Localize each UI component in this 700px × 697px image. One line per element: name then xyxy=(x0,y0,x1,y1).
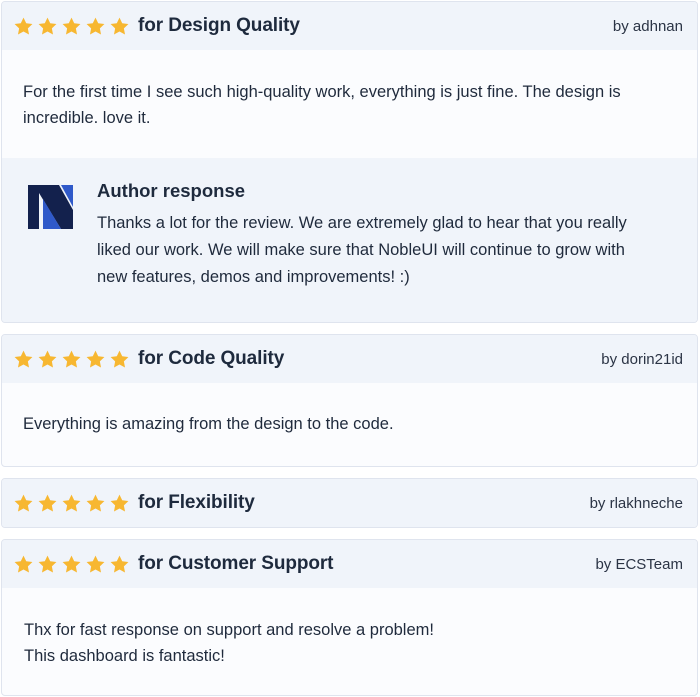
review-title: for Flexibility xyxy=(138,492,255,513)
review-author: by adhnan xyxy=(612,17,683,35)
review-body: Thx for fast response on support and res… xyxy=(2,588,697,669)
star-icon xyxy=(37,493,58,514)
review-header: for Customer Support by ECSTeam xyxy=(2,540,697,588)
star-icon xyxy=(85,554,106,575)
review-card-flexibility: for Flexibility by rlakhneche xyxy=(1,478,698,528)
star-icon xyxy=(109,349,130,370)
star-icon xyxy=(109,554,130,575)
star-icon xyxy=(109,493,130,514)
star-icon xyxy=(85,16,106,37)
review-card-code-quality: for Code Quality by dorin21id Everything… xyxy=(1,334,698,467)
review-author: by dorin21id xyxy=(601,350,683,368)
star-icon xyxy=(61,554,82,575)
star-icon xyxy=(37,554,58,575)
author-response-title: Author response xyxy=(97,180,246,201)
review-header: for Flexibility by rlakhneche xyxy=(2,479,697,527)
star-icon xyxy=(109,16,130,37)
review-text: Everything is amazing from the design to… xyxy=(23,415,394,433)
review-title: for Code Quality xyxy=(138,348,285,369)
star-icon xyxy=(37,16,58,37)
review-card-customer-support: for Customer Support by ECSTeam Thx for … xyxy=(1,539,698,696)
star-icon xyxy=(13,16,34,37)
star-rating xyxy=(13,16,130,37)
review-card-design-quality: for Design Quality by adhnan For the fir… xyxy=(1,1,698,323)
star-icon xyxy=(13,493,34,514)
star-rating xyxy=(13,349,130,370)
star-icon xyxy=(37,349,58,370)
review-body: Everything is amazing from the design to… xyxy=(2,383,697,437)
star-icon xyxy=(85,493,106,514)
review-author: by rlakhneche xyxy=(589,494,683,512)
review-text: For the first time I see such high-quali… xyxy=(23,83,621,127)
review-header: for Design Quality by adhnan xyxy=(2,2,697,50)
star-rating xyxy=(13,554,130,575)
star-icon xyxy=(13,349,34,370)
nobleui-logo-icon xyxy=(25,183,75,231)
author-response-content: Author response Thanks a lot for the rev… xyxy=(97,158,657,322)
review-title: for Customer Support xyxy=(138,553,334,574)
author-response-text: Thanks a lot for the review. We are extr… xyxy=(97,214,627,286)
review-body: For the first time I see such high-quali… xyxy=(2,50,697,158)
review-author: by ECSTeam xyxy=(595,555,683,573)
author-response: Author response Thanks a lot for the rev… xyxy=(2,158,697,322)
review-text-line: This dashboard is fantastic! xyxy=(24,647,225,665)
star-icon xyxy=(85,349,106,370)
review-text-line: Thx for fast response on support and res… xyxy=(24,621,434,639)
review-header: for Code Quality by dorin21id xyxy=(2,335,697,383)
review-title: for Design Quality xyxy=(138,15,300,36)
star-rating xyxy=(13,493,130,514)
star-icon xyxy=(61,493,82,514)
star-icon xyxy=(61,16,82,37)
star-icon xyxy=(61,349,82,370)
star-icon xyxy=(13,554,34,575)
